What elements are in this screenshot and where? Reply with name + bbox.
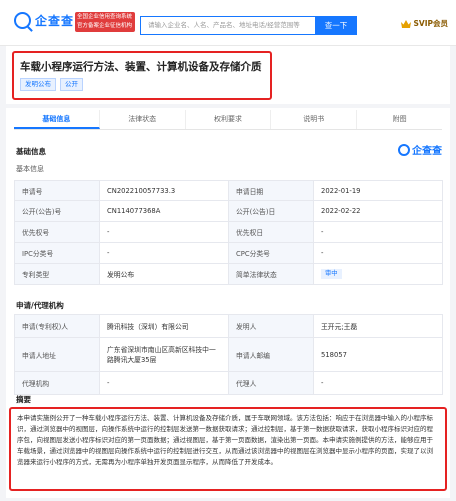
search-button[interactable]: 查一下 [315,16,357,35]
cell-value: - [313,221,443,243]
logo[interactable]: 企查查 [14,12,74,29]
cell-value: 2022-02-22 [313,200,443,222]
table-row: 公开(公告)号 CN114077368A 公开(公告)日 2022-02-22 [14,200,443,222]
cell-key: 专利类型 [14,263,100,285]
title-badges: 发明公布 公开 [20,78,83,91]
table-row: 专利类型 发明公布 简单法律状态 审中 [14,263,443,285]
cell-key: CPC分类号 [228,242,314,264]
basic-info-table: 申请号 CN202210057733.3 申请日期 2022-01-19 公开(… [14,180,443,285]
tab-legal-status[interactable]: 法律状态 [100,110,186,129]
title-card: 车载小程序运行方法、装置、计算机设备及存储介质 发明公布 公开 [6,46,450,104]
cell-value: - [313,242,443,264]
crown-icon [400,19,411,28]
cell-value: 2022-01-19 [313,180,443,201]
cell-value: - [99,371,229,395]
cell-value: 发明公布 [99,263,229,285]
abstract-text: 本申请实施例公开了一种车载小程序运行方法、装置、计算机设备及存储介质，属于车联网… [9,407,447,491]
cell-value: - [99,242,229,264]
applicant-table: 申请(专利权)人 腾讯科技（深圳）有限公司 发明人 王开元;王磊 申请人地址 广… [14,314,443,395]
page: 企查查 全国企业信用查询系统 官方备案企业征信机构 请输入企业名、人名、产品名、… [0,0,456,501]
top-header: 企查查 全国企业信用查询系统 官方备案企业征信机构 请输入企业名、人名、产品名、… [0,0,456,46]
content-card: 基础信息 法律状态 权利要求 说明书 附图 基础信息 企查查 基本信息 申请号 … [6,108,450,498]
qcc-logo-icon [398,143,410,156]
logo-text: 企查查 [35,14,75,28]
cell-key: 发明人 [228,314,314,338]
applicant-link[interactable]: 腾讯科技（深圳）有限公司 [99,314,229,338]
cell-key: IPC分类号 [14,242,100,264]
legal-status-badge: 审中 [321,269,342,279]
page-title: 车载小程序运行方法、装置、计算机设备及存储介质 [20,61,262,73]
table-row: 申请人地址 广东省深圳市南山区高新区科技中一路腾讯大厦35层 申请人邮编 518… [14,337,443,372]
qcc-brand-text: 企查查 [412,146,442,157]
cell-key: 申请(专利权)人 [14,314,100,338]
cell-key: 公开(公告)号 [14,200,100,222]
table-row: 申请(专利权)人 腾讯科技（深圳）有限公司 发明人 王开元;王磊 [14,314,443,338]
table-row: IPC分类号 - CPC分类号 - [14,242,443,264]
cell-key: 优先权号 [14,221,100,243]
tab-claims[interactable]: 权利要求 [186,110,272,129]
tab-bar: 基础信息 法律状态 权利要求 说明书 附图 [14,110,442,130]
cell-value: CN114077368A [99,200,229,222]
section-title-basic: 基础信息 [16,147,46,156]
qcc-logo-icon [14,12,31,29]
inventors-link[interactable]: 王开元;王磊 [313,314,443,338]
cell-value: - [99,221,229,243]
tab-drawings[interactable]: 附图 [357,110,442,129]
table-row: 申请号 CN202210057733.3 申请日期 2022-01-19 [14,180,443,201]
section-title-applicant: 申请/代理机构 [16,301,64,310]
svip-link[interactable]: SVIP会员 [400,18,449,29]
table-row: 代理机构 - 代理人 - [14,371,443,395]
cell-key: 代理人 [228,371,314,395]
subsection-title-basic: 基本信息 [16,165,44,173]
section-title-abstract: 摘要 [16,395,31,404]
cell-value: - [313,371,443,395]
certification-tag: 全国企业信用查询系统 官方备案企业征信机构 [75,12,135,32]
cell-key: 公开(公告)日 [228,200,314,222]
table-row: 优先权号 - 优先权日 - [14,221,443,243]
tab-basic-info[interactable]: 基础信息 [14,110,100,129]
cell-key: 代理机构 [14,371,100,395]
cell-key: 申请日期 [228,180,314,201]
cell-key: 申请人地址 [14,337,100,372]
badge-status: 公开 [60,78,83,91]
cell-key: 申请号 [14,180,100,201]
cell-value: 518057 [313,337,443,372]
tab-description[interactable]: 说明书 [271,110,358,129]
cell-value: 审中 [313,263,443,285]
qcc-watermark: 企查查 [398,142,442,157]
badge-patent-type: 发明公布 [20,78,56,91]
svip-label: SVIP会员 [413,19,449,28]
cell-key: 优先权日 [228,221,314,243]
cell-value: CN202210057733.3 [99,180,229,201]
search-input[interactable]: 请输入企业名、人名、产品名、地址电话/经营范围等 [140,16,315,35]
cell-value: 广东省深圳市南山区高新区科技中一路腾讯大厦35层 [99,337,229,372]
cell-key: 申请人邮编 [228,337,314,372]
cell-key: 简单法律状态 [228,263,314,285]
